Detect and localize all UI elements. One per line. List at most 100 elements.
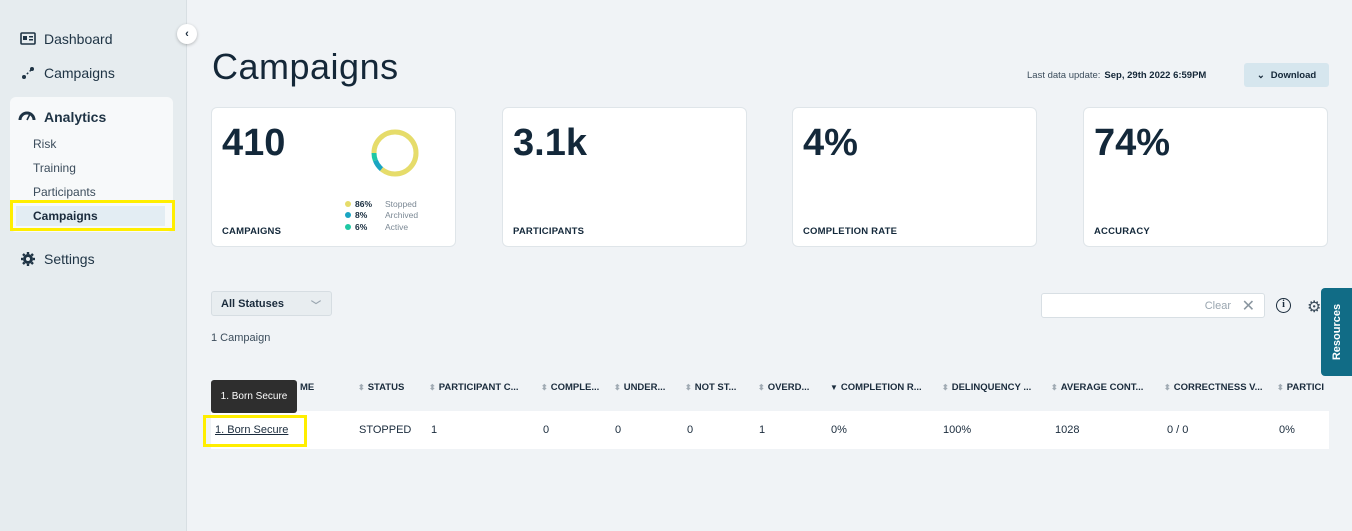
info-icon[interactable]: i	[1276, 298, 1291, 313]
column-label: NOT ST...	[694, 382, 737, 393]
sidebar-item-campaigns[interactable]: Campaigns	[20, 65, 115, 81]
legend-pct: 86%	[355, 198, 373, 209]
clear-search-button[interactable]: Clear	[1205, 300, 1231, 312]
cell-average-content: 1028	[1055, 424, 1080, 436]
legend-pct: 8%	[355, 210, 368, 221]
legend-name: Stopped	[385, 198, 417, 209]
legend-item: 6% Active	[345, 221, 418, 233]
gear-icon	[20, 251, 36, 267]
sort-icon: ⬍	[942, 383, 949, 392]
column-header-not-started[interactable]: ⬍ NOT ST...	[685, 382, 736, 393]
column-header-correctness[interactable]: ⬍ CORRECTNESS V...	[1164, 382, 1263, 393]
stat-value: 3.1k	[513, 122, 587, 164]
collapse-sidebar-button[interactable]: ‹	[177, 24, 197, 44]
cell-delinquency: 100%	[943, 424, 972, 436]
legend-dot	[345, 223, 351, 230]
column-header-participant-count[interactable]: ⬍ PARTICIPANT C...	[429, 382, 519, 393]
column-label: OVERD...	[767, 382, 810, 393]
last-update-value: Sep, 29th 2022 6:59PM	[1104, 70, 1207, 81]
stat-value: 410	[222, 122, 286, 164]
column-header-completed[interactable]: ⬍ COMPLE...	[541, 382, 599, 393]
column-label: STATUS	[367, 382, 405, 393]
sort-icon: ⬍	[685, 383, 692, 392]
donut-legend: 86% Stopped 8% Archived 6% Active	[345, 198, 418, 233]
status-filter-select[interactable]: All Statuses ﹀	[211, 291, 332, 316]
sidebar-item-settings[interactable]: Settings	[20, 251, 95, 267]
stat-label: COMPLETION RATE	[803, 226, 898, 237]
cell-overdue: 1	[759, 424, 766, 436]
column-header-participation[interactable]: ⬍ PARTICI	[1277, 382, 1329, 393]
column-header-average-content[interactable]: ⬍ AVERAGE CONT...	[1051, 382, 1143, 393]
legend-name: Archived	[385, 210, 419, 221]
last-update-label: Last data update:	[1027, 70, 1101, 81]
legend-dot	[345, 200, 351, 207]
table-settings-gear-icon[interactable]: ⚙	[1307, 297, 1321, 317]
column-header-delinquency[interactable]: ⬍ DELINQUENCY ...	[942, 382, 1031, 393]
column-label: PARTICIPANT C...	[438, 382, 519, 393]
legend-dot	[345, 212, 351, 219]
stat-card-campaigns: 410 86% Stopped 8% Archived 6% Active CAMPA…	[211, 107, 456, 247]
status-donut-chart	[371, 129, 419, 177]
column-header-overdue[interactable]: ⬍ OVERD...	[758, 382, 809, 393]
last-update: Last data update: Sep, 29th 2022 6:59PM	[1027, 70, 1206, 81]
sidebar-item-label: Dashboard	[44, 31, 113, 47]
sort-desc-icon: ▼	[830, 383, 838, 392]
cell-participation: 0%	[1279, 424, 1295, 436]
sidebar-item-label: Campaigns	[44, 65, 115, 81]
legend-item: 86% Stopped	[345, 198, 418, 210]
page-title: Campaigns	[212, 46, 399, 87]
chevron-left-icon: ‹	[185, 28, 189, 40]
cell-status: STOPPED	[359, 424, 412, 436]
highlight-box	[203, 415, 307, 447]
download-label: Download	[1270, 69, 1317, 81]
chevron-down-icon: ﹀	[311, 301, 321, 312]
stat-card-participants: 3.1k PARTICIPANTS	[502, 107, 747, 247]
legend-pct: 6%	[355, 221, 368, 232]
tooltip: 1. Born Secure	[211, 380, 297, 413]
sidebar-subitem-training[interactable]: Training	[33, 161, 76, 175]
column-header-name[interactable]: ME	[300, 382, 314, 393]
sort-icon: ⬍	[429, 383, 436, 392]
stat-label: PARTICIPANTS	[513, 226, 585, 237]
column-label: PARTICI	[1286, 382, 1324, 393]
stat-card-completion-rate: 4% COMPLETION RATE	[792, 107, 1037, 247]
close-icon[interactable]: ✕	[1242, 296, 1255, 316]
sort-icon: ⬍	[541, 383, 548, 392]
column-header-status[interactable]: ⬍ STATUS	[358, 382, 404, 393]
column-header-completion-rate[interactable]: ▼ COMPLETION R...	[830, 382, 922, 393]
campaigns-icon	[20, 65, 36, 81]
stat-label: CAMPAIGNS	[222, 226, 282, 237]
column-label: UNDER...	[623, 382, 666, 393]
highlight-box	[10, 200, 175, 231]
legend-item: 8% Archived	[345, 210, 418, 222]
cell-completed: 0	[543, 424, 550, 436]
sidebar-subitem-risk[interactable]: Risk	[33, 137, 56, 151]
column-label: DELINQUENCY ...	[951, 382, 1032, 393]
chevron-down-icon: ⌄	[1256, 69, 1265, 81]
stat-card-accuracy: 74% ACCURACY	[1083, 107, 1328, 247]
sort-icon: ⬍	[1164, 383, 1171, 392]
search-input[interactable]: Clear ✕	[1041, 293, 1265, 318]
sidebar-item-dashboard[interactable]: Dashboard	[20, 31, 113, 47]
campaign-count: 1 Campaign	[211, 332, 271, 344]
status-filter-value: All Statuses	[221, 297, 284, 310]
sort-icon: ⬍	[614, 383, 621, 392]
resources-label: Resources	[1330, 303, 1343, 361]
column-label: ME	[300, 382, 315, 393]
resources-tab[interactable]: Resources	[1321, 288, 1352, 376]
stat-value: 74%	[1094, 122, 1171, 164]
column-label: COMPLE...	[550, 382, 600, 393]
column-header-under[interactable]: ⬍ UNDER...	[614, 382, 665, 393]
sidebar-item-analytics[interactable]: Analytics	[18, 108, 106, 125]
cell-not-started: 0	[687, 424, 694, 436]
sort-icon: ⬍	[1051, 383, 1058, 392]
stat-value: 4%	[803, 122, 858, 164]
column-label: AVERAGE CONT...	[1060, 382, 1144, 393]
download-button[interactable]: ⌄ Download	[1244, 63, 1329, 87]
stat-label: ACCURACY	[1094, 226, 1150, 237]
cell-correctness: 0 / 0	[1167, 424, 1189, 436]
column-label: CORRECTNESS V...	[1173, 382, 1263, 393]
cell-completion-rate: 0%	[831, 424, 847, 436]
sidebar-subitem-participants[interactable]: Participants	[33, 185, 96, 199]
legend-name: Active	[385, 221, 409, 232]
